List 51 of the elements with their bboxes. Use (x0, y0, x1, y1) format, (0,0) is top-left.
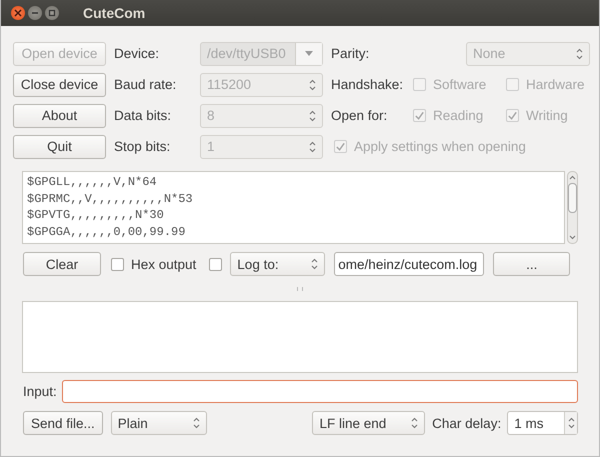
format-combo[interactable]: Plain (110, 411, 208, 435)
line-end-combo[interactable]: LF line end (312, 411, 426, 435)
checkbox-label: Software (433, 77, 486, 92)
char-delay-spinbox[interactable]: 1 ms (507, 411, 578, 435)
output-line: $GPGLL,,,,,,V,N*64 (27, 174, 158, 190)
device-button[interactable]: Close device (13, 72, 106, 96)
device-button[interactable]: Quit (13, 134, 106, 158)
setting-label: Baud rate: (114, 77, 178, 92)
checkbox[interactable] (209, 258, 222, 270)
handshake-label: Handshake: (331, 77, 404, 92)
setting-label: Device: (114, 46, 160, 61)
parity-label: Parity: (331, 46, 370, 61)
device-button[interactable]: About (13, 104, 106, 128)
spin-arrows-icon (411, 417, 418, 429)
spin-arrows-icon (309, 110, 316, 122)
output-line: $GPVTG,,,,,,,,,N*30 (27, 207, 165, 224)
spin-arrows-icon (568, 417, 574, 429)
close-button[interactable] (11, 6, 25, 20)
checkbox[interactable] (111, 258, 124, 270)
browse-button[interactable]: ... (493, 252, 570, 276)
scrollbar[interactable] (567, 171, 578, 244)
checkbox-label: Hex output (131, 256, 196, 272)
output-line: $GPGGA,,,,,,0,00,99.99 (27, 224, 186, 240)
window-title: CuteCom (83, 5, 146, 21)
spin-arrows-icon (309, 78, 316, 90)
scroll-up-icon[interactable] (569, 175, 576, 180)
send-file-button[interactable]: Send file... (23, 411, 103, 435)
checkbox-label: Apply settings when opening (354, 139, 526, 154)
spin-arrows-icon (193, 417, 200, 429)
scroll-down-icon[interactable] (569, 235, 576, 240)
spin-arrows-icon (309, 140, 316, 152)
setting-label: Data bits: (114, 108, 172, 123)
checkbox-label: Hardware (526, 77, 585, 92)
log-file-field[interactable]: ome/heinz/cutecom.log (334, 252, 484, 276)
checkbox-label: Reading (433, 108, 484, 123)
maximize-button[interactable] (45, 6, 59, 20)
checkbox-label: Writing (526, 108, 568, 123)
input-field[interactable] (62, 380, 578, 402)
spin-arrows-icon (576, 48, 583, 60)
dropdown-arrow-icon (305, 51, 313, 56)
close-icon (14, 9, 22, 17)
char-delay-label: Char delay: (432, 416, 502, 430)
setting-label: Stop bits: (114, 139, 172, 154)
open-for-label: Open for: (331, 108, 388, 123)
maximize-icon (48, 9, 56, 17)
input-label: Input: (23, 384, 57, 398)
log-mode-combo[interactable]: Log to: (230, 252, 326, 276)
spin-arrows-icon (311, 258, 318, 270)
clear-button[interactable]: Clear (23, 252, 101, 276)
output-line: $GPRMC,,V,,,,,,,,,,N*53 (27, 190, 194, 207)
minimize-button[interactable] (28, 6, 42, 20)
